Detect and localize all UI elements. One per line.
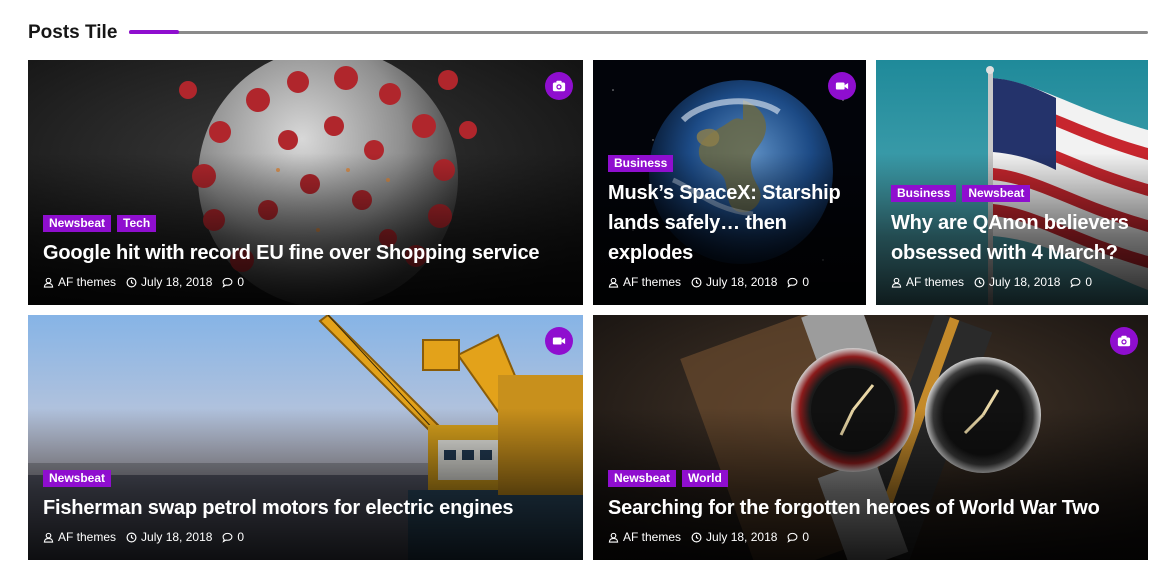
- post-tile[interactable]: Newsbeat Fisherman swap petrol motors fo…: [28, 315, 583, 560]
- post-meta: AF themes July 18, 2018 0: [608, 275, 852, 289]
- user-icon: [891, 277, 902, 288]
- author-link[interactable]: AF themes: [43, 530, 116, 544]
- section-divider: [129, 31, 1148, 34]
- user-icon: [608, 277, 619, 288]
- post-date: July 18, 2018: [974, 275, 1060, 289]
- section-title: Posts Tile: [28, 22, 118, 43]
- category-tag[interactable]: Newsbeat: [962, 185, 1031, 202]
- post-title[interactable]: Google hit with record EU fine over Shop…: [43, 238, 569, 268]
- post-date: July 18, 2018: [126, 275, 212, 289]
- post-title[interactable]: Why are QAnon believers obsessed with 4 …: [891, 208, 1134, 268]
- comments-link[interactable]: 0: [222, 530, 244, 544]
- post-meta: AF themes July 18, 2018 0: [43, 275, 569, 289]
- comments-link[interactable]: 0: [1070, 275, 1092, 289]
- post-title[interactable]: Fisherman swap petrol motors for electri…: [43, 493, 569, 523]
- clock-icon: [691, 532, 702, 542]
- post-meta: AF themes July 18, 2018 0: [608, 530, 1134, 544]
- category-tag[interactable]: Business: [891, 185, 957, 202]
- clock-icon: [974, 277, 985, 287]
- user-icon: [608, 532, 619, 543]
- category-tag[interactable]: World: [682, 470, 728, 487]
- post-date: July 18, 2018: [691, 275, 777, 289]
- category-tag[interactable]: Newsbeat: [43, 215, 112, 232]
- post-tile[interactable]: Newsbeat World Searching for the forgott…: [593, 315, 1148, 560]
- comment-icon: [787, 532, 798, 543]
- post-meta: AF themes July 18, 2018 0: [43, 530, 569, 544]
- post-date: July 18, 2018: [691, 530, 777, 544]
- camera-icon: [1110, 327, 1138, 355]
- post-title[interactable]: Musk’s SpaceX: Starship lands safely… th…: [608, 178, 852, 268]
- video-icon: [545, 327, 573, 355]
- post-title[interactable]: Searching for the forgotten heroes of Wo…: [608, 493, 1134, 523]
- author-link[interactable]: AF themes: [608, 275, 681, 289]
- category-tag[interactable]: Newsbeat: [43, 470, 112, 487]
- camera-icon: [545, 72, 573, 100]
- comments-link[interactable]: 0: [787, 530, 809, 544]
- comments-link[interactable]: 0: [222, 275, 244, 289]
- category-tag[interactable]: Newsbeat: [608, 470, 677, 487]
- clock-icon: [691, 277, 702, 287]
- section-divider-accent: [129, 30, 179, 34]
- comment-icon: [222, 532, 233, 543]
- category-tag[interactable]: Tech: [117, 215, 157, 232]
- comment-icon: [1070, 277, 1081, 288]
- author-link[interactable]: AF themes: [608, 530, 681, 544]
- comment-icon: [222, 277, 233, 288]
- author-link[interactable]: AF themes: [43, 275, 116, 289]
- video-icon: [828, 72, 856, 100]
- post-date: July 18, 2018: [126, 530, 212, 544]
- comments-link[interactable]: 0: [787, 275, 809, 289]
- user-icon: [43, 532, 54, 543]
- post-meta: AF themes July 18, 2018 0: [891, 275, 1134, 289]
- section-header: Posts Tile: [28, 18, 1148, 48]
- post-tile[interactable]: Business Musk’s SpaceX: Starship lands s…: [593, 60, 866, 305]
- user-icon: [43, 277, 54, 288]
- clock-icon: [126, 532, 137, 542]
- comment-icon: [787, 277, 798, 288]
- post-tile[interactable]: Business Newsbeat Why are QAnon believer…: [876, 60, 1148, 305]
- author-link[interactable]: AF themes: [891, 275, 964, 289]
- post-tile[interactable]: Newsbeat Tech Google hit with record EU …: [28, 60, 583, 305]
- clock-icon: [126, 277, 137, 287]
- category-tag[interactable]: Business: [608, 155, 674, 172]
